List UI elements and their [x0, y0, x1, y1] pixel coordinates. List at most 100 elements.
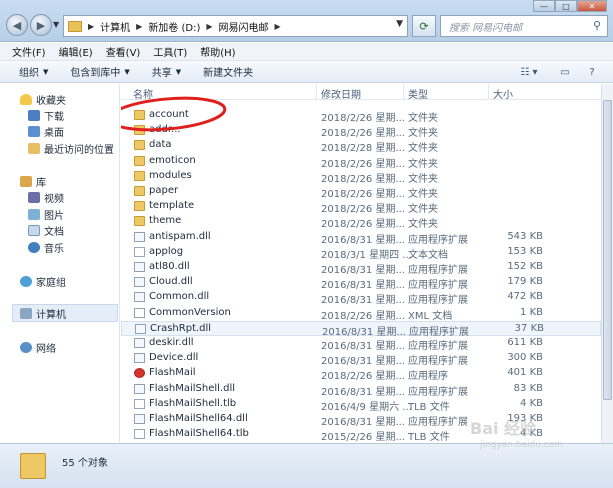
file-size: 472 KB — [507, 291, 543, 303]
help-icon[interactable]: ? — [584, 65, 600, 79]
file-row[interactable]: CrashRpt.dll 2016/8/31 星期... 应用程序扩展 37 KB — [121, 320, 601, 338]
nav-downloads[interactable]: 下载 — [28, 108, 64, 123]
file-date: 2016/8/31 星期... — [321, 295, 405, 307]
file-row[interactable]: FlashMailShell.tlb 2016/4/9 星期六 ... TLB 文件… — [121, 397, 601, 413]
breadcrumb-computer[interactable]: 计算机 — [100, 19, 130, 34]
dll-file-icon — [134, 414, 145, 424]
chevron-down-icon: ▼ — [175, 67, 182, 76]
menu-edit[interactable]: 编辑(E) — [59, 44, 93, 59]
search-input[interactable]: 搜索 网易闪电邮 ⚲ — [440, 15, 608, 37]
scrollbar-thumb[interactable] — [603, 100, 612, 400]
file-row[interactable]: atl80.dll 2016/8/31 星期... 应用程序扩展 152 KB — [121, 260, 601, 276]
menu-tools[interactable]: 工具(T) — [153, 44, 187, 59]
nav-videos[interactable]: 视频 — [28, 190, 64, 205]
forward-button[interactable]: ▶ — [30, 14, 52, 36]
preview-pane-icon[interactable]: ▭ — [557, 65, 573, 79]
breadcrumb-drive[interactable]: 新加卷 (D:) — [148, 19, 200, 34]
column-type[interactable]: 类型 — [408, 86, 428, 101]
file-row[interactable]: Device.dll 2016/8/31 星期... 应用程序扩展 300 KB — [121, 351, 601, 367]
file-row[interactable]: applog 2018/3/1 星期四 ... 文本文档 153 KB — [121, 245, 601, 261]
nav-videos-label: 视频 — [44, 193, 64, 205]
file-row[interactable]: data 2018/2/28 星期... 文件夹 — [121, 138, 601, 155]
maximize-button[interactable]: □ — [555, 0, 577, 12]
chevron-right-icon[interactable]: ▶ — [206, 22, 212, 31]
tlb-file-icon — [134, 398, 145, 409]
file-type: 文件夹 — [408, 204, 438, 216]
column-size[interactable]: 大小 — [493, 86, 513, 101]
file-name: Common.dll — [149, 291, 210, 303]
file-row[interactable]: Cloud.dll 2016/8/31 星期... 应用程序扩展 179 KB — [121, 275, 601, 292]
file-type: XML 文档 — [408, 310, 453, 322]
file-row[interactable]: deskir.dll 2016/8/31 星期... 应用程序扩展 611 KB — [121, 336, 601, 352]
folder-file-icon — [134, 110, 145, 120]
file-name: CommonVersion — [149, 306, 231, 318]
back-button[interactable]: ◀ — [6, 14, 28, 36]
menu-bar: 文件(F) 编辑(E) 查看(V) 工具(T) 帮助(H) — [0, 43, 613, 61]
new-folder-button[interactable]: 新建文件夹 — [203, 64, 253, 79]
file-name: account — [149, 109, 189, 120]
file-name: theme — [149, 215, 182, 227]
nav-music[interactable]: 音乐 — [28, 240, 64, 255]
file-size: 153 KB — [507, 245, 543, 257]
include-in-library-button[interactable]: 包含到库中 ▼ — [70, 64, 130, 80]
file-row[interactable]: CommonVersion 2018/2/26 星期... XML 文档 1 KB — [121, 306, 601, 322]
search-icon[interactable]: ⚲ — [593, 19, 601, 32]
file-row[interactable]: theme 2018/2/26 星期... 文件夹 — [121, 214, 601, 230]
navigation-pane: 收藏夹 下载 桌面 最近访问的位置 库 视频 图片 文档 音乐 家庭组 计算机 — [0, 84, 120, 443]
nav-computer[interactable]: 计算机 — [20, 306, 66, 321]
menu-view[interactable]: 查看(V) — [106, 44, 141, 59]
chevron-down-icon: ▼ — [124, 67, 130, 76]
history-dropdown-icon[interactable]: ▼ — [53, 20, 59, 29]
chevron-right-icon[interactable]: ▶ — [275, 22, 281, 31]
file-row[interactable]: antispam.dll 2016/8/31 星期... 应用程序扩展 543 KB — [121, 230, 601, 246]
file-row[interactable]: paper 2018/2/26 星期... 文件夹 — [121, 184, 601, 200]
nav-desktop[interactable]: 桌面 — [28, 124, 64, 139]
view-options-icon[interactable]: ☷ ▾ — [518, 65, 540, 79]
file-name: FlashMailShell.tlb — [149, 397, 237, 409]
file-type: 文件夹 — [408, 143, 438, 155]
picture-icon — [28, 208, 40, 220]
file-row[interactable]: Common.dll 2016/8/31 星期... 应用程序扩展 472 KB — [121, 290, 601, 307]
file-name: data — [149, 139, 172, 151]
column-header: 名称 修改日期 类型 大小 — [121, 84, 601, 101]
file-row[interactable]: FlashMailShell.dll 2016/8/31 星期... 应用程序扩展 8… — [121, 382, 601, 398]
file-size: 83 KB — [513, 382, 543, 394]
nav-desktop-label: 桌面 — [44, 127, 64, 139]
address-bar[interactable]: ▶ 计算机 ▶ 新加卷 (D:) ▶ 网易闪电邮 ▶ ▼ — [63, 15, 408, 37]
file-size: 1 KB — [520, 306, 543, 318]
folder-icon — [68, 20, 82, 32]
file-row[interactable]: addr... 2018/2/26 星期... 文件夹 — [121, 123, 601, 139]
file-name: CrashRpt.dll — [150, 322, 212, 334]
nav-documents[interactable]: 文档 — [28, 223, 64, 238]
homegroup-icon — [20, 275, 32, 287]
nav-favorites[interactable]: 收藏夹 — [20, 92, 66, 107]
file-row[interactable]: modules 2018/2/26 星期... 文件夹 — [121, 169, 601, 185]
file-date: 2018/2/26 星期... — [321, 173, 405, 185]
close-button[interactable]: ✕ — [577, 0, 607, 12]
file-row[interactable]: template 2018/2/26 星期... 文件夹 — [121, 199, 601, 216]
vertical-scrollbar[interactable] — [601, 84, 613, 443]
nav-pictures[interactable]: 图片 — [28, 207, 64, 222]
share-button[interactable]: 共享 ▼ — [152, 64, 182, 80]
dll-file-icon — [134, 292, 145, 303]
minimize-button[interactable]: — — [533, 0, 555, 12]
file-row[interactable]: account 2018/2/26 星期... 文件夹 — [121, 108, 601, 124]
menu-file[interactable]: 文件(F) — [12, 44, 46, 59]
organize-button[interactable]: 组织 ▼ — [19, 64, 48, 80]
menu-help[interactable]: 帮助(H) — [200, 44, 235, 59]
column-date[interactable]: 修改日期 — [321, 86, 361, 101]
nav-network[interactable]: 网络 — [20, 340, 56, 355]
file-date: 2018/2/26 星期... — [321, 113, 405, 124]
chevron-right-icon[interactable]: ▶ — [88, 22, 94, 31]
breadcrumb-folder[interactable]: 网易闪电邮 — [219, 19, 269, 34]
nav-homegroup[interactable]: 家庭组 — [20, 274, 66, 289]
file-row[interactable]: FlashMail 2018/2/26 星期... 应用程序 401 KB — [121, 366, 601, 382]
nav-libraries[interactable]: 库 — [20, 174, 46, 189]
refresh-button[interactable]: ⟳ — [412, 15, 436, 37]
column-name[interactable]: 名称 — [133, 86, 153, 101]
file-date: 2016/8/31 星期... — [321, 280, 405, 292]
nav-recent[interactable]: 最近访问的位置 — [28, 141, 114, 156]
file-row[interactable]: emoticon 2018/2/26 星期... 文件夹 — [121, 154, 601, 170]
chevron-right-icon[interactable]: ▶ — [136, 22, 142, 31]
address-dropdown-icon[interactable]: ▼ — [396, 19, 403, 29]
